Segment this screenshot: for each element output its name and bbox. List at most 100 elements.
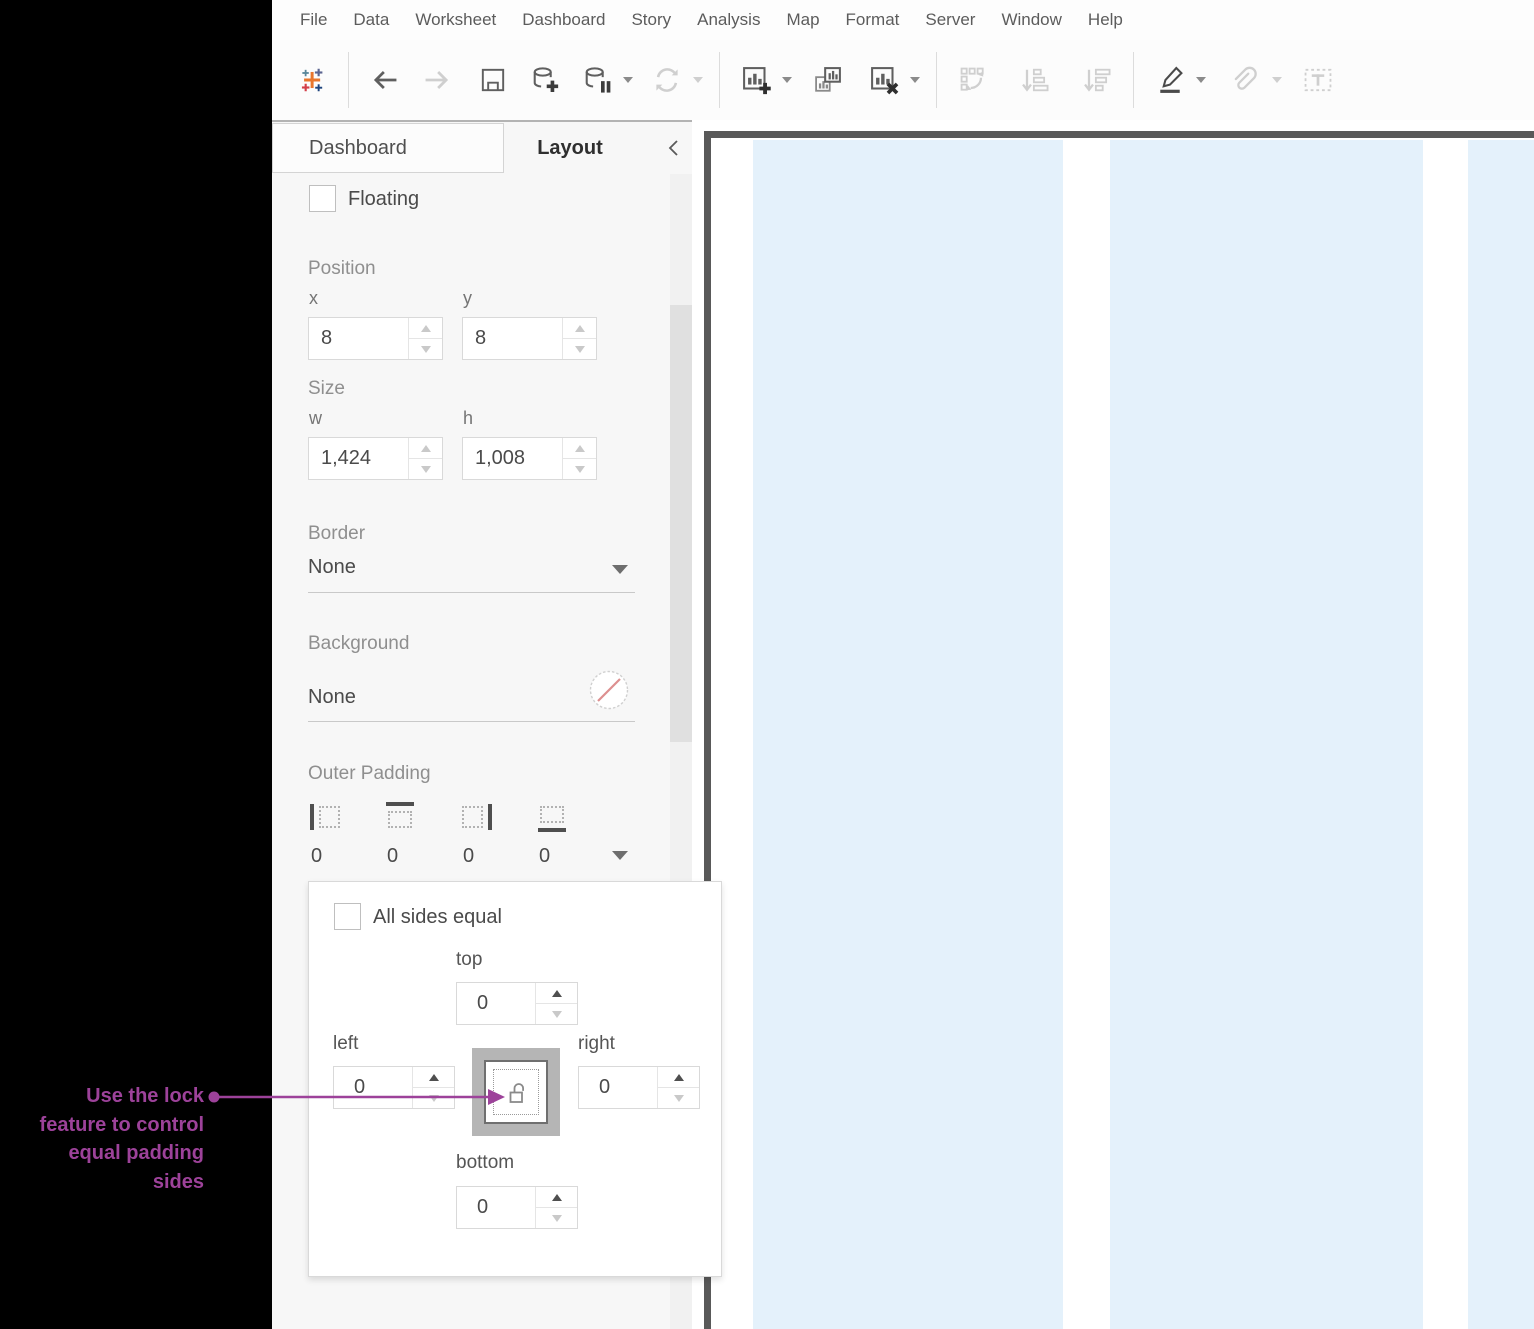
all-sides-equal-checkbox[interactable] [334, 903, 361, 930]
position-y-value[interactable]: 8 [463, 318, 562, 359]
menu-data[interactable]: Data [340, 10, 402, 30]
spinner-down-icon[interactable] [409, 339, 442, 359]
sort-ascending-icon[interactable] [1013, 58, 1057, 102]
swap-rows-columns-icon[interactable] [951, 58, 995, 102]
spinner-up-icon[interactable] [563, 318, 596, 339]
toolbar [272, 40, 1534, 120]
size-h-spinner[interactable]: 1,008 [462, 437, 597, 480]
position-x-value[interactable]: 8 [309, 318, 408, 359]
padding-left-icon [310, 802, 340, 832]
unlock-icon [493, 1069, 539, 1115]
menu-story[interactable]: Story [618, 10, 684, 30]
bottom-label: bottom [456, 1152, 514, 1174]
menu-dashboard[interactable]: Dashboard [509, 10, 618, 30]
position-y-spinner[interactable]: 8 [462, 317, 597, 360]
annotation-line: equal padding [0, 1139, 204, 1168]
spinner-down-icon[interactable] [536, 1208, 577, 1228]
menu-analysis[interactable]: Analysis [684, 10, 773, 30]
menu-window[interactable]: Window [988, 10, 1074, 30]
annotation-line: Use the lock [0, 1082, 204, 1111]
highlight-pen-icon[interactable] [1148, 58, 1192, 102]
outer-padding-label: Outer Padding [308, 763, 431, 785]
pause-auto-updates-icon[interactable] [575, 58, 619, 102]
outer-padding-dropdown-icon[interactable] [612, 851, 628, 860]
right-label: right [578, 1033, 615, 1055]
redo-icon[interactable] [415, 58, 459, 102]
size-w-label: w [309, 408, 322, 429]
sort-descending-icon[interactable] [1075, 58, 1119, 102]
right-spinner[interactable]: 0 [578, 1066, 700, 1109]
size-w-value[interactable]: 1,424 [309, 438, 408, 479]
annotation-line: feature to control [0, 1111, 204, 1140]
menu-map[interactable]: Map [773, 10, 832, 30]
clear-sheet-icon[interactable] [862, 58, 906, 102]
lock-button-face[interactable] [484, 1060, 548, 1124]
text-label-icon[interactable] [1296, 58, 1340, 102]
new-data-source-icon[interactable] [523, 58, 567, 102]
chevron-left-icon[interactable] [660, 134, 686, 162]
spinner-up-icon[interactable] [409, 438, 442, 459]
spinner-down-icon[interactable] [536, 1004, 577, 1024]
refresh-dropdown[interactable] [691, 58, 705, 102]
border-dropdown-value[interactable]: None [308, 556, 356, 579]
spinner-up-icon[interactable] [536, 983, 577, 1004]
new-worksheet-dropdown[interactable] [780, 58, 794, 102]
padding-top-value: 0 [387, 845, 398, 868]
tab-dashboard[interactable]: Dashboard [272, 123, 504, 173]
refresh-icon[interactable] [645, 58, 689, 102]
duplicate-sheet-icon[interactable] [806, 58, 850, 102]
toolbar-separator [719, 52, 720, 108]
size-h-value[interactable]: 1,008 [463, 438, 562, 479]
left-value[interactable]: 0 [334, 1067, 412, 1108]
tableau-window: File Data Worksheet Dashboard Story Anal… [0, 0, 1534, 1329]
spinner-up-icon[interactable] [413, 1067, 454, 1088]
background-dropdown-value[interactable]: None [308, 686, 356, 709]
menu-format[interactable]: Format [833, 10, 913, 30]
spinner-down-icon[interactable] [563, 339, 596, 359]
spinner-up-icon[interactable] [409, 318, 442, 339]
sidebar-scrollbar-thumb[interactable] [670, 305, 692, 742]
clear-sheet-dropdown[interactable] [908, 58, 922, 102]
left-label: left [333, 1033, 358, 1055]
menu-server[interactable]: Server [912, 10, 988, 30]
spinner-down-icon[interactable] [658, 1088, 699, 1108]
position-x-spinner[interactable]: 8 [308, 317, 443, 360]
spinner-down-icon[interactable] [409, 459, 442, 479]
menu-help[interactable]: Help [1075, 10, 1136, 30]
canvas-column[interactable] [753, 140, 1063, 1329]
floating-checkbox[interactable] [309, 185, 336, 212]
right-value[interactable]: 0 [579, 1067, 657, 1108]
pause-auto-updates-dropdown[interactable] [621, 58, 635, 102]
menubar: File Data Worksheet Dashboard Story Anal… [272, 0, 1534, 40]
spinner-down-icon[interactable] [413, 1088, 454, 1108]
bottom-spinner[interactable]: 0 [456, 1186, 578, 1229]
no-color-icon[interactable] [589, 670, 629, 715]
undo-icon[interactable] [363, 58, 407, 102]
spinner-up-icon[interactable] [536, 1187, 577, 1208]
paperclip-icon[interactable] [1220, 58, 1264, 102]
spinner-down-icon[interactable] [563, 459, 596, 479]
top-spinner[interactable]: 0 [456, 982, 578, 1025]
save-icon[interactable] [471, 58, 515, 102]
canvas-column[interactable] [1468, 140, 1534, 1329]
left-spinner[interactable]: 0 [333, 1066, 455, 1109]
tab-layout[interactable]: Layout [525, 123, 615, 173]
new-worksheet-icon[interactable] [734, 58, 778, 102]
toolbar-separator [936, 52, 937, 108]
menu-file[interactable]: File [287, 10, 340, 30]
spinner-up-icon[interactable] [563, 438, 596, 459]
menu-worksheet[interactable]: Worksheet [402, 10, 509, 30]
size-h-label: h [463, 408, 473, 429]
bottom-value[interactable]: 0 [457, 1187, 535, 1228]
lock-button[interactable] [472, 1048, 560, 1136]
size-w-spinner[interactable]: 1,424 [308, 437, 443, 480]
paperclip-dropdown[interactable] [1270, 58, 1284, 102]
padding-bottom-value: 0 [539, 845, 550, 868]
floating-label: Floating [348, 188, 419, 211]
chevron-down-icon[interactable] [612, 565, 628, 574]
tableau-logo-icon[interactable] [290, 58, 334, 102]
top-value[interactable]: 0 [457, 983, 535, 1024]
canvas-column[interactable] [1110, 140, 1423, 1329]
spinner-up-icon[interactable] [658, 1067, 699, 1088]
highlight-dropdown[interactable] [1194, 58, 1208, 102]
